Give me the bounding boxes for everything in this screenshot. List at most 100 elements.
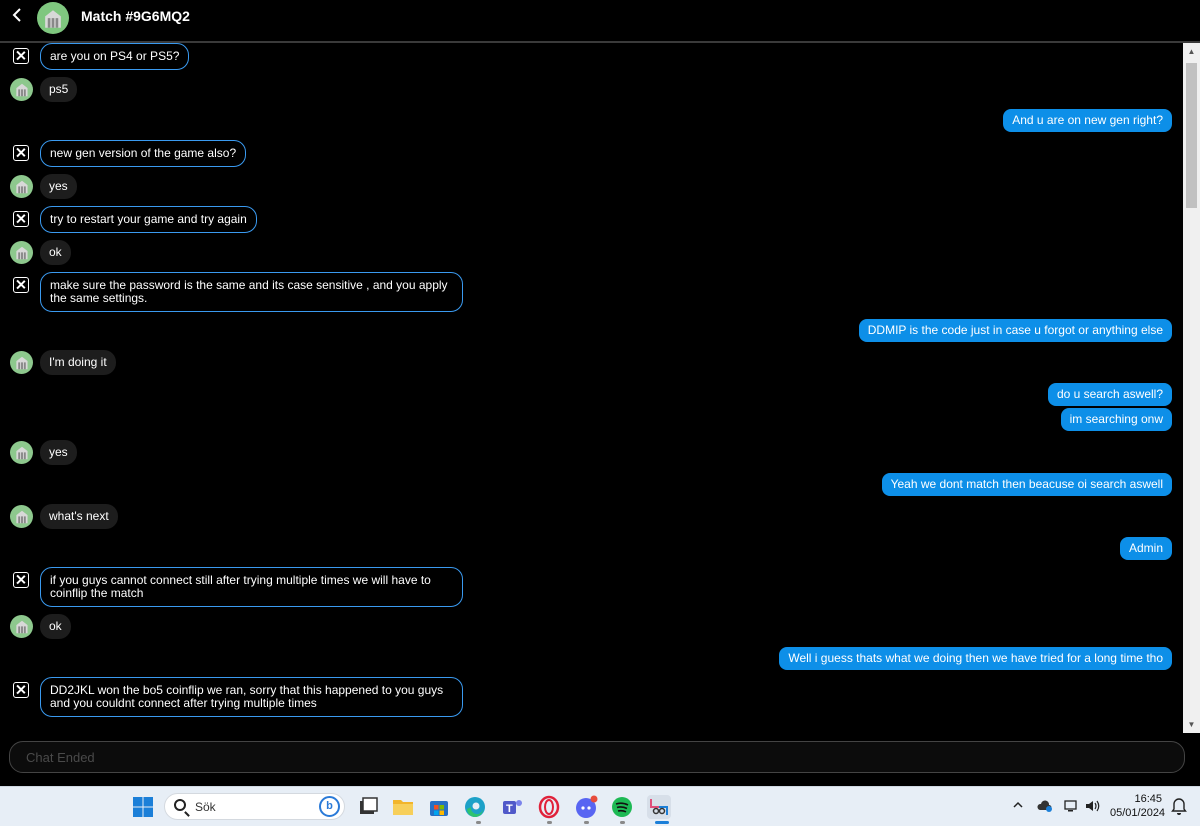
my-message: Yeah we dont match then beacuse oi searc… — [881, 473, 1172, 496]
user-avatar — [10, 351, 33, 374]
message-row: ps5 — [0, 76, 1183, 102]
my-message: Well i guess thats what we doing then we… — [779, 647, 1172, 670]
running-indicator — [476, 821, 481, 824]
message-row: yes — [0, 173, 1183, 199]
house-icon — [15, 356, 28, 370]
clock-date: 05/01/2024 — [1110, 807, 1166, 819]
message-row: yes — [0, 439, 1183, 465]
chat-input[interactable] — [10, 742, 1184, 772]
message-row: new gen version of the game also? — [0, 140, 1183, 167]
house-icon — [15, 246, 28, 260]
my-message: do u search aswell? — [1047, 383, 1172, 406]
message-row: DD2JKL won the bo5 coinflip we ran, sorr… — [0, 677, 1183, 717]
message-row: if you guys cannot connect still after t… — [0, 567, 1183, 607]
discord-icon[interactable] — [574, 795, 598, 819]
scroll-down-arrow-icon[interactable]: ▼ — [1183, 716, 1200, 733]
my-message: And u are on new gen right? — [1003, 109, 1172, 132]
my-message: Admin — [1119, 537, 1172, 560]
active-indicator — [655, 821, 669, 824]
user-message: I'm doing it — [40, 350, 116, 375]
bing-icon[interactable]: b — [319, 796, 340, 817]
message-row: ok — [0, 613, 1183, 639]
message-row: Admin — [0, 536, 1183, 560]
admin-message: are you on PS4 or PS5? — [40, 43, 190, 70]
user-avatar — [10, 441, 33, 464]
user-avatar — [10, 615, 33, 638]
my-message: DDMIP is the code just in case u forgot … — [858, 319, 1172, 342]
notification-bell-icon[interactable] — [1171, 797, 1187, 818]
admin-x-icon — [13, 277, 29, 293]
message-row: do u search aswell? — [0, 382, 1183, 406]
search-label: Sök — [195, 800, 216, 814]
message-row: Well i guess thats what we doing then we… — [0, 646, 1183, 670]
user-message: ps5 — [40, 77, 78, 102]
message-row: DDMIP is the code just in case u forgot … — [0, 318, 1183, 342]
opera-gx-icon[interactable] — [537, 795, 561, 819]
admin-message: new gen version of the game also? — [40, 140, 247, 167]
page-title: Match #9G6MQ2 — [81, 8, 190, 24]
admin-x-icon — [13, 682, 29, 698]
admin-message: make sure the password is the same and i… — [40, 272, 463, 312]
match-avatar — [37, 2, 69, 34]
message-row: I'm doing it — [0, 349, 1183, 375]
message-row: im searching onw — [0, 408, 1183, 432]
user-message: ok — [40, 614, 71, 639]
user-message: yes — [40, 440, 77, 465]
network-icon[interactable] — [1063, 799, 1079, 816]
user-avatar — [10, 175, 33, 198]
running-indicator — [547, 821, 552, 824]
admin-x-icon — [13, 211, 29, 227]
message-row: make sure the password is the same and i… — [0, 272, 1183, 312]
admin-x-icon — [13, 48, 29, 64]
user-message: yes — [40, 174, 77, 199]
user-avatar — [10, 505, 33, 528]
system-clock[interactable]: 16:45 05/01/2024 — [1110, 792, 1166, 820]
file-explorer-icon[interactable] — [391, 795, 415, 819]
scroll-up-arrow-icon[interactable]: ▲ — [1183, 43, 1200, 60]
user-message: what's next — [40, 504, 118, 529]
running-indicator — [620, 821, 625, 824]
admin-x-icon — [13, 145, 29, 161]
spotify-icon[interactable] — [610, 795, 634, 819]
message-row: are you on PS4 or PS5? — [0, 43, 1183, 70]
admin-message: DD2JKL won the bo5 coinflip we ran, sorr… — [40, 677, 463, 717]
scroll-thumb[interactable] — [1186, 63, 1197, 208]
chat-header: Match #9G6MQ2 — [0, 0, 1200, 36]
admin-message: try to restart your game and try again — [40, 206, 257, 233]
house-icon — [15, 510, 28, 524]
house-icon — [15, 446, 28, 460]
microsoft-store-icon[interactable] — [427, 795, 451, 819]
volume-icon[interactable] — [1084, 799, 1100, 816]
message-row: And u are on new gen right? — [0, 108, 1183, 132]
message-row: try to restart your game and try again — [0, 206, 1183, 233]
chevron-up-icon[interactable] — [1012, 799, 1024, 814]
message-row: what's next — [0, 503, 1183, 529]
chat-scrollbar[interactable]: ▲ ▼ — [1183, 43, 1200, 733]
edge-icon[interactable] — [463, 795, 487, 819]
message-row: Yeah we dont match then beacuse oi searc… — [0, 472, 1183, 496]
house-icon — [45, 9, 61, 28]
onedrive-icon[interactable] — [1037, 799, 1053, 816]
user-message: ok — [40, 240, 71, 265]
message-row: ok — [0, 239, 1183, 265]
house-icon — [15, 83, 28, 97]
svg-text:T: T — [506, 803, 513, 815]
house-icon — [15, 620, 28, 634]
snipping-tool-icon[interactable] — [647, 795, 671, 819]
running-indicator — [584, 821, 589, 824]
task-view-icon[interactable] — [356, 795, 380, 819]
teams-icon[interactable]: T — [500, 795, 524, 819]
admin-message: if you guys cannot connect still after t… — [40, 567, 463, 607]
start-icon[interactable] — [131, 795, 155, 819]
clock-time: 16:45 — [1134, 793, 1162, 805]
back-arrow-icon[interactable] — [8, 6, 28, 28]
message-list: are you on PS4 or PS5? ps5 And u are on … — [0, 43, 1183, 733]
admin-x-icon — [13, 572, 29, 588]
house-icon — [15, 180, 28, 194]
taskbar-search[interactable]: Sök b — [164, 793, 345, 820]
user-avatar — [10, 241, 33, 264]
search-icon — [174, 799, 186, 811]
user-avatar — [10, 78, 33, 101]
windows-taskbar: Sök b T 16:45 05/01/2024 — [0, 786, 1200, 826]
chat-input-container — [9, 741, 1185, 773]
